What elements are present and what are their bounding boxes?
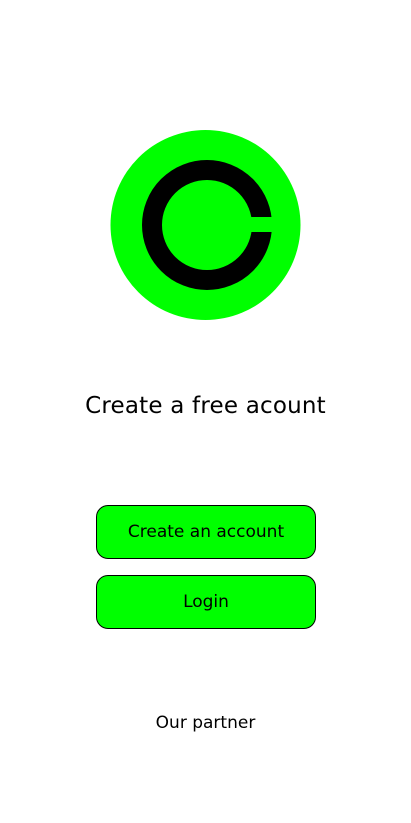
brand-logo-icon <box>110 130 301 320</box>
logo-c-gap <box>235 217 275 232</box>
page-title: Create a free acount <box>85 393 326 419</box>
brand-c-logo-icon <box>110 130 301 320</box>
login-button[interactable]: Login <box>96 575 316 629</box>
partner-label: Our partner <box>155 713 256 733</box>
create-account-button[interactable]: Create an account <box>96 505 316 559</box>
